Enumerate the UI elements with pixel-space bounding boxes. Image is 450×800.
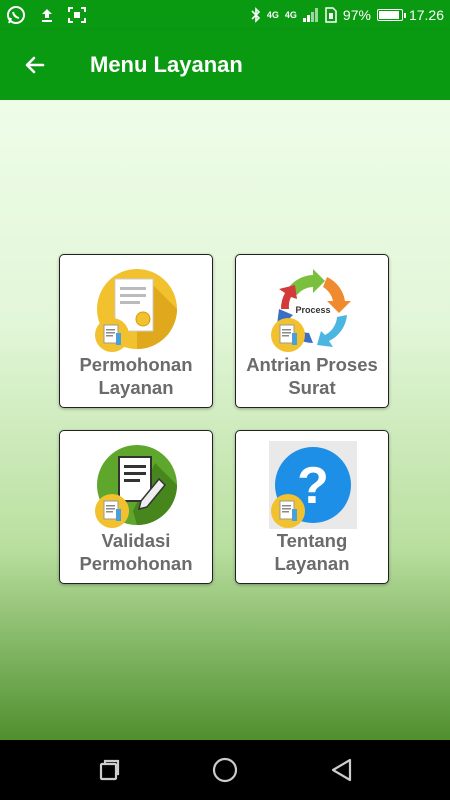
back-button[interactable] [0,30,70,100]
bluetooth-icon [251,7,261,23]
menu-content: Permohonan Layanan Process Antrian Prose… [0,100,450,740]
document-badge-icon [95,318,129,352]
menu-card-label: Permohonan Layanan [79,354,193,398]
whatsapp-icon [6,5,26,25]
menu-card-tentang-layanan[interactable]: ? Tentang Layanan [235,430,389,584]
network-type-label-2: 4G [284,10,297,20]
battery-percent: 97% [342,7,371,23]
home-icon [212,757,238,783]
document-badge-icon [271,318,305,352]
signal-icon [302,8,319,22]
recent-apps-icon [99,759,120,781]
menu-card-label: Tentang Layanan [274,530,350,574]
upload-icon [40,7,54,23]
menu-card-label: Validasi Permohonan [79,530,193,574]
page-title: Menu Layanan [90,52,243,77]
network-type-label: 4G [266,10,279,20]
document-badge-icon [95,494,129,528]
process-icon-text: Process [295,305,330,315]
home-button[interactable] [210,755,240,785]
battery-icon [376,9,406,21]
screenshot-icon [68,7,86,23]
sim-icon [325,7,337,23]
recent-apps-button[interactable] [94,755,124,785]
navigation-bar [0,740,450,800]
status-bar: 4G 4G 97% 17.26 [0,0,450,30]
document-badge-icon [271,494,305,528]
back-icon [331,758,352,782]
nav-back-button[interactable] [327,755,357,785]
menu-card-antrian-proses-surat[interactable]: Process Antrian Proses Surat [235,254,389,408]
menu-card-validasi-permohonan[interactable]: Validasi Permohonan [59,430,213,584]
arrow-left-icon [25,56,45,74]
clock: 17.26 [408,7,444,23]
menu-card-permohonan-layanan[interactable]: Permohonan Layanan [59,254,213,408]
app-bar: Menu Layanan [0,30,450,100]
menu-card-label: Antrian Proses Surat [246,354,378,398]
